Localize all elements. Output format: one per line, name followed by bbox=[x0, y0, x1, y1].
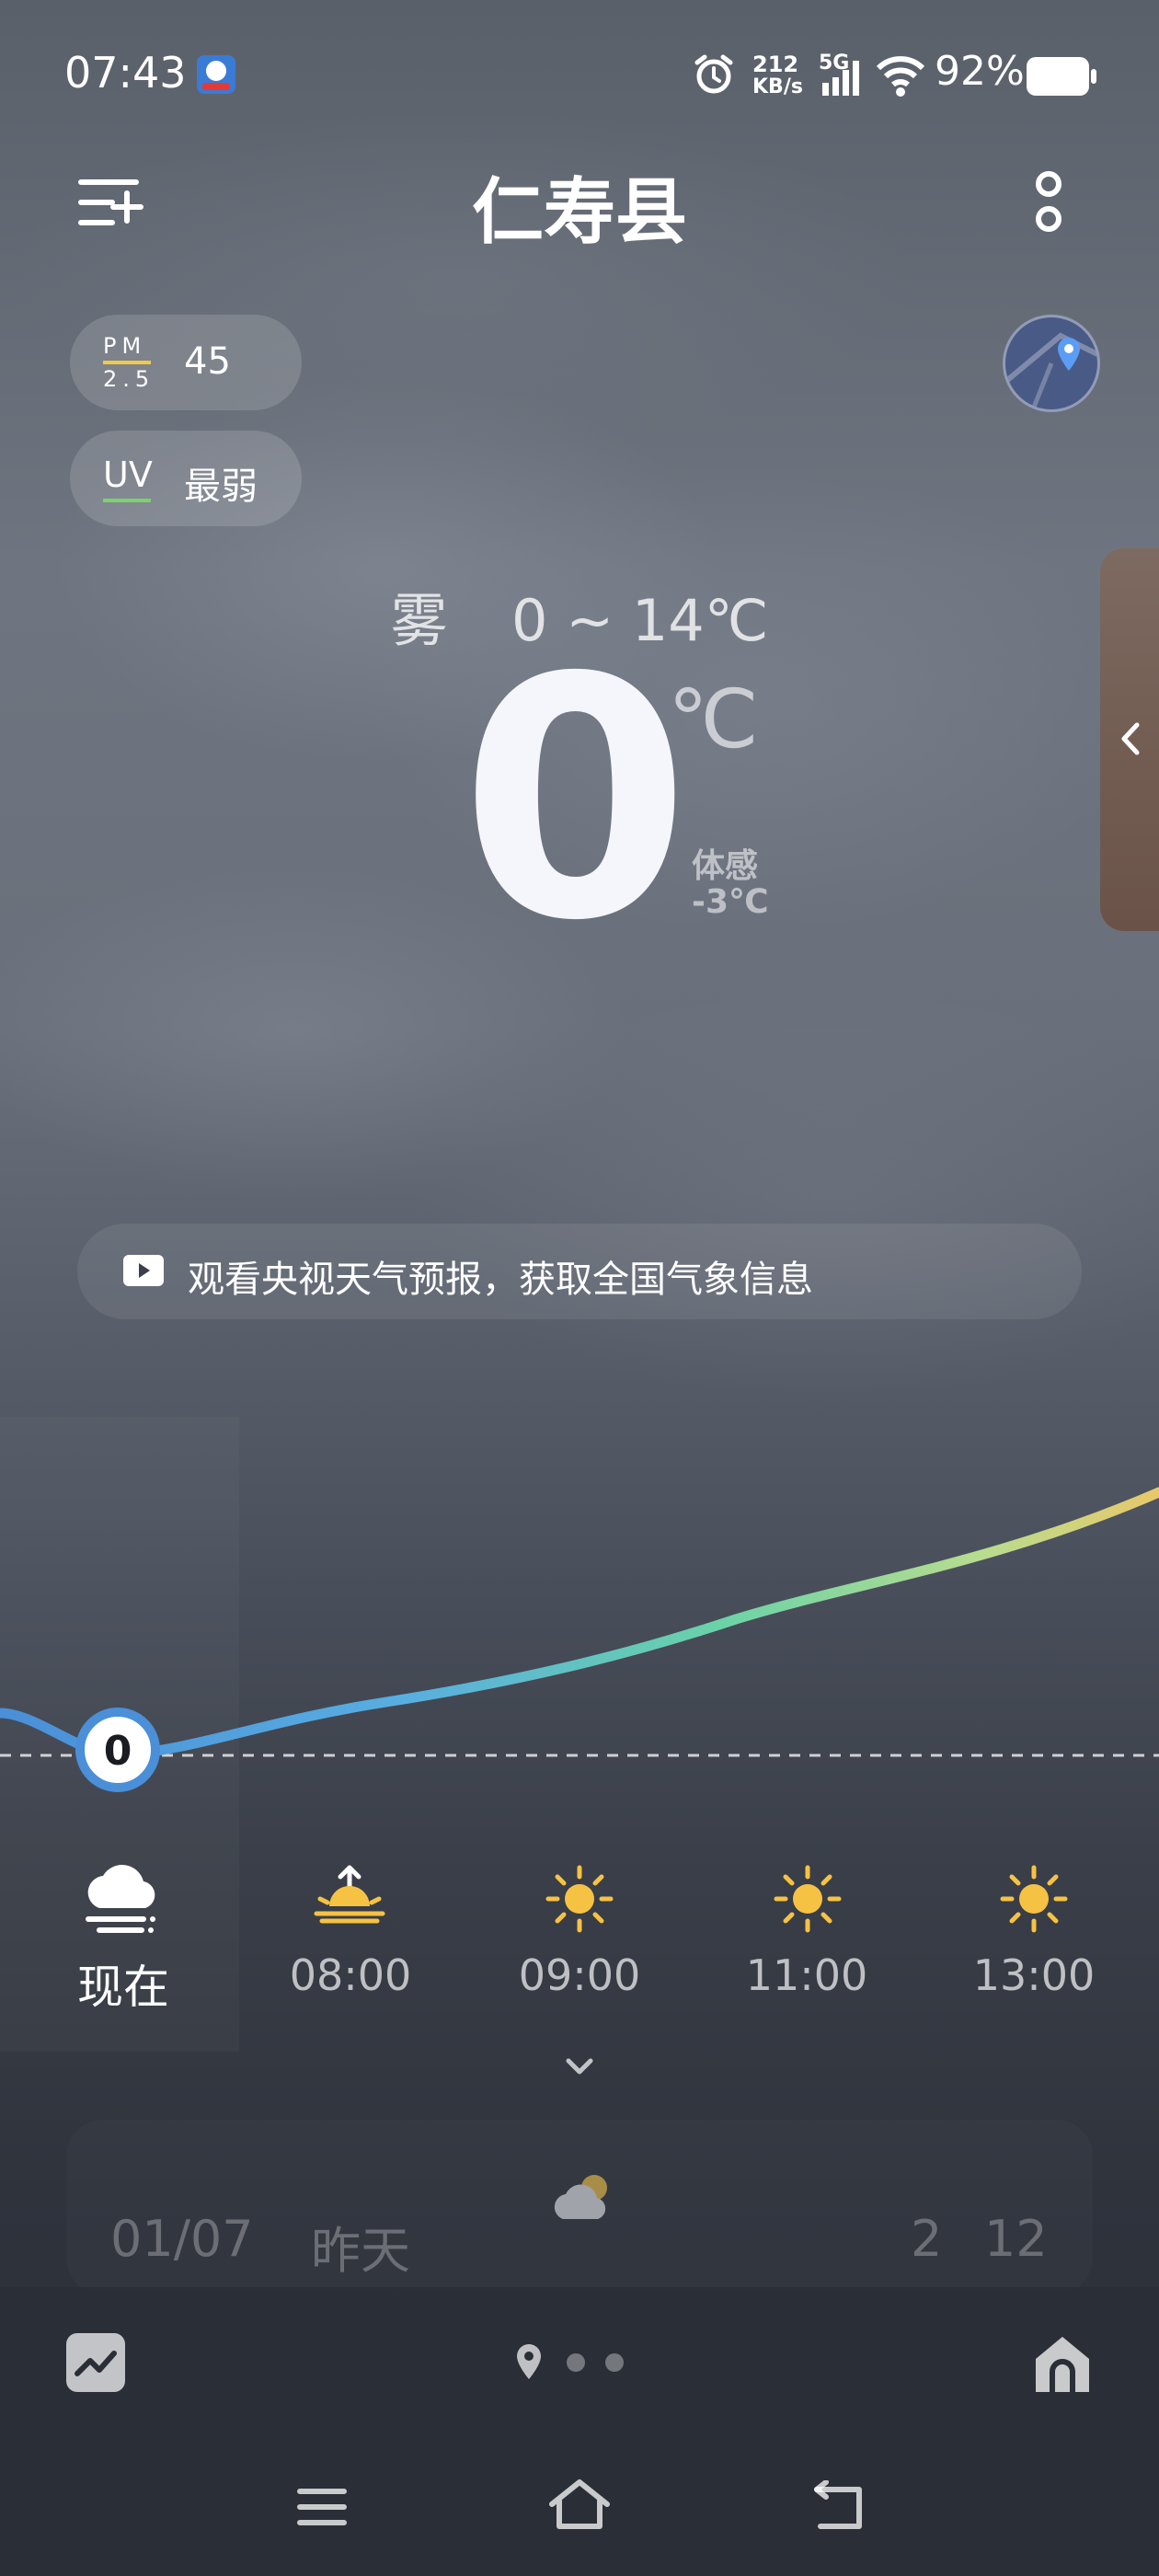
net-speed-value: 212 bbox=[752, 52, 799, 77]
pm25-pill[interactable]: PM 2.5 45 bbox=[70, 315, 302, 410]
feels-like-value: -3℃ bbox=[692, 883, 769, 921]
net-speed-unit: KB/s bbox=[752, 75, 803, 98]
daily-day: 昨天 bbox=[311, 2222, 410, 2280]
home-shortcut-icon[interactable] bbox=[1032, 2333, 1093, 2394]
hourly-label: 09:00 bbox=[518, 1950, 641, 2000]
city-title: 仁寿县 bbox=[471, 171, 687, 254]
battery-icon bbox=[1027, 57, 1096, 96]
sunrise-icon bbox=[313, 1864, 386, 1925]
play-video-icon bbox=[123, 1255, 164, 1286]
baidu-notification-icon bbox=[197, 55, 235, 94]
hourly-label: 08:00 bbox=[289, 1950, 412, 2000]
expand-chevron-icon[interactable] bbox=[557, 2053, 602, 2081]
sun-icon bbox=[545, 1864, 614, 1934]
uv-value: 最弱 bbox=[184, 466, 258, 508]
hourly-temp-chart bbox=[0, 1487, 1159, 1761]
hourly-label: 11:00 bbox=[745, 1950, 868, 2000]
cctv-forecast-banner[interactable]: 观看央视天气预报，获取全国气象信息 bbox=[77, 1224, 1082, 1319]
daily-date: 01/07 bbox=[110, 2210, 254, 2268]
map-button[interactable] bbox=[1003, 315, 1100, 412]
temp-unit: ℃ bbox=[668, 672, 759, 766]
uv-label-underline bbox=[103, 499, 151, 502]
pm25-value: 45 bbox=[184, 340, 231, 383]
status-time: 07:43 bbox=[64, 48, 187, 98]
partly-cloudy-icon bbox=[546, 2168, 620, 2232]
page-dot bbox=[605, 2353, 624, 2372]
battery-percent: 92% bbox=[935, 48, 1025, 95]
nav-menu-icon[interactable] bbox=[294, 2484, 350, 2530]
wifi-icon bbox=[876, 53, 925, 98]
temp-curve bbox=[0, 1487, 1159, 1761]
condition-text: 雾 bbox=[390, 587, 448, 654]
hourly-label-now: 现在 bbox=[77, 1961, 169, 2014]
page-location-indicator-icon bbox=[515, 2342, 543, 2381]
weather-app-screen: 07:43 212 KB/s 5G 92% 仁寿县 PM 2.5 45 UV 最… bbox=[0, 0, 1159, 2576]
now-temp-bubble: 0 bbox=[75, 1708, 160, 1792]
current-temperature: 0 bbox=[460, 607, 691, 993]
alarm-icon bbox=[692, 52, 736, 96]
cctv-banner-text: 观看央视天气预报，获取全国气象信息 bbox=[188, 1259, 813, 1301]
trend-chart-icon[interactable] bbox=[66, 2333, 125, 2392]
uv-pill[interactable]: UV 最弱 bbox=[70, 431, 302, 526]
pm-label-divider bbox=[103, 361, 151, 364]
hourly-label: 13:00 bbox=[972, 1950, 1096, 2000]
fog-cloud-icon bbox=[79, 1858, 167, 1939]
nav-home-icon[interactable] bbox=[546, 2477, 613, 2532]
nav-back-icon[interactable] bbox=[809, 2479, 866, 2532]
more-menu-icon[interactable] bbox=[1030, 169, 1067, 236]
daily-forecast-card[interactable]: 01/07 昨天 2 12 bbox=[66, 2120, 1093, 2294]
daily-low: 2 bbox=[911, 2210, 943, 2268]
sun-icon bbox=[999, 1864, 1069, 1934]
now-temp-value: 0 bbox=[103, 1728, 132, 1775]
uv-label: UV bbox=[103, 454, 153, 495]
location-pin-icon bbox=[1055, 336, 1083, 373]
daily-high: 12 bbox=[984, 2210, 1048, 2268]
sun-icon bbox=[773, 1864, 843, 1934]
bottom-bar-background bbox=[0, 2287, 1159, 2576]
feels-like-label: 体感 bbox=[692, 847, 759, 885]
pm-label-bottom: 2.5 bbox=[103, 366, 155, 392]
chevron-left-icon bbox=[1117, 718, 1144, 760]
page-dot bbox=[567, 2353, 585, 2372]
pm-label-top: PM bbox=[103, 333, 147, 359]
signal-icon bbox=[819, 55, 863, 98]
